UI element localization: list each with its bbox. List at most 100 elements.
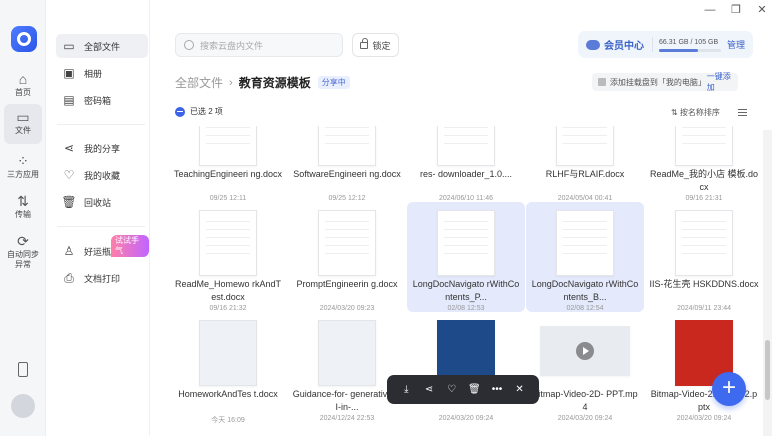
- selection-bar: 已选 2 项: [175, 106, 223, 117]
- file-thumbnail: [318, 320, 376, 386]
- file-name: res- downloader_1.0....: [419, 169, 513, 179]
- search-icon: [184, 40, 194, 50]
- minimize-button[interactable]: —: [697, 0, 723, 20]
- sidebar-item-safe[interactable]: ▤ 密码箱: [56, 88, 148, 112]
- main-panel: 搜索云盘内文件 锁定 会员中心 66.31 GB / 105 GB 管理 全部文…: [151, 0, 775, 436]
- file-card[interactable]: Bitmap-Video-2D- PPT-2.pptx 2024/03/20 09…: [645, 312, 763, 422]
- sidebar-item-favorites[interactable]: ♡ 我的收藏: [56, 163, 148, 187]
- file-card[interactable]: IIS-花生壳 HSKDDNS.docx 2024/09/11 23:44: [645, 202, 763, 312]
- breadcrumb-current: 教育资源模板: [238, 76, 311, 90]
- folder-icon: ▭: [16, 109, 30, 125]
- sidebar-item-all-files[interactable]: ▭ 全部文件: [56, 34, 148, 58]
- rail-item-label: 三方应用: [7, 170, 39, 179]
- file-thumbnail: [437, 210, 495, 276]
- file-card[interactable]: Bitmap-Video-2D- PPT.mp4 2024/03/20 09:24: [526, 312, 644, 422]
- sort-button[interactable]: ⇅ 按名称排序: [671, 107, 720, 118]
- file-date: 2024/03/20 09:24: [438, 415, 494, 422]
- avatar[interactable]: [11, 394, 35, 418]
- mount-link[interactable]: 一键添加: [707, 71, 738, 93]
- file-date: 2024/09/11 23:44: [677, 305, 731, 312]
- sidebar-item-label: 相册: [84, 68, 103, 79]
- file-card[interactable]: TeachingEngineeri ng.docx 09/25 12:11: [169, 126, 287, 202]
- close-action-button[interactable]: ✕: [513, 384, 527, 395]
- home-icon: ⌂: [18, 71, 28, 87]
- file-name: ReadMe_我的小店 模板.docx: [649, 169, 759, 192]
- add-button[interactable]: +: [712, 372, 746, 406]
- app-rail: ⌂ 首页 ▭ 文件 ⁘ 三方应用 ⇅ 传输 ⟳ 自动同步 异常: [0, 0, 46, 436]
- share-action-button[interactable]: ⋖: [422, 384, 436, 395]
- file-card[interactable]: PromptEngineerin g.docx 2024/03/20 09:23: [288, 202, 406, 312]
- breadcrumb-root[interactable]: 全部文件: [175, 74, 223, 91]
- sidebar-item-label: 好运瓶: [84, 246, 112, 257]
- trial-badge[interactable]: 试试手气: [111, 235, 149, 257]
- breadcrumb: 全部文件 › 教育资源模板 分享中: [175, 74, 350, 91]
- manage-link[interactable]: 管理: [727, 38, 745, 51]
- file-card[interactable]: LongDocNavigato rWithContents_P... 02/08 …: [407, 202, 525, 312]
- file-thumbnail: [199, 320, 257, 386]
- sidebar-item-photos[interactable]: ▣ 相册: [56, 61, 148, 85]
- file-card[interactable]: LongDocNavigato rWithContents_B... 02/08 …: [526, 202, 644, 312]
- file-name: TeachingEngineeri ng.docx: [173, 169, 283, 179]
- file-date: 2024/03/20 09:24: [676, 415, 732, 422]
- rail-item-apps[interactable]: ⁘ 三方应用: [4, 148, 42, 186]
- transfer-icon: ⇅: [17, 193, 29, 209]
- file-card[interactable]: Bitmap-Video-2D- PPT.pptx2024/03/20 09:2…: [407, 312, 525, 422]
- sidebar-item-recycle-bin[interactable]: 🗑 回收站: [56, 190, 148, 214]
- restore-button[interactable]: ❐: [723, 0, 749, 20]
- sync-icon: ⟳: [17, 233, 29, 249]
- file-card[interactable]: ReadMe_Homewo rkAndTest.docx 09/16 21:32: [169, 202, 287, 312]
- file-card[interactable]: SoftwareEngineeri ng.docx 09/25 12:12: [288, 126, 406, 202]
- rail-item-label: 文件: [15, 126, 31, 135]
- scrollbar[interactable]: [763, 130, 772, 436]
- file-date: 09/25 12:12: [328, 195, 366, 202]
- search-input[interactable]: 搜索云盘内文件: [175, 33, 343, 57]
- mount-banner: 添加挂载盘到「我的电脑」 一键添加: [592, 71, 738, 93]
- sidebar-item-print[interactable]: ⎙ 文档打印: [56, 266, 148, 290]
- cloud-drive-app: — ❐ ✕ ⌂ 首页 ▭ 文件 ⁘ 三方应用 ⇅ 传输 ⟳ 自动同步 异常 ▭ …: [0, 0, 775, 436]
- file-name: Guidance-for- generative-AI-in-...: [292, 389, 402, 412]
- file-name: PromptEngineerin g.docx: [296, 279, 398, 289]
- file-thumbnail: [556, 210, 614, 276]
- sidebar-item-label: 密码箱: [84, 95, 112, 106]
- file-date: 09/16 21:31: [685, 195, 723, 202]
- computer-icon: [598, 78, 606, 86]
- sidebar-item-label: 回收站: [84, 197, 112, 208]
- close-window-button[interactable]: ✕: [749, 0, 775, 20]
- sidebar-divider: [57, 226, 145, 227]
- lock-button[interactable]: 锁定: [352, 33, 399, 57]
- heart-action-button[interactable]: ♡: [445, 384, 459, 395]
- file-card[interactable]: ReadMe_我的小店 模板.docx 09/16 21:31: [645, 126, 763, 202]
- sidebar-item-label: 我的收藏: [84, 170, 121, 181]
- rail-item-transfer[interactable]: ⇅ 传输: [4, 188, 42, 226]
- file-card[interactable]: res- downloader_1.0.... 2024/06/10 11:46: [407, 126, 525, 202]
- trash-icon: 🗑: [61, 195, 77, 209]
- file-date: 2024/06/10 11:46: [439, 195, 493, 202]
- vip-center-link[interactable]: 会员中心: [604, 37, 644, 52]
- trash-action-button[interactable]: 🗑: [467, 384, 481, 395]
- more-action-button[interactable]: •••: [490, 384, 504, 395]
- list-view-icon[interactable]: [738, 109, 747, 116]
- file-card[interactable]: Guidance-for- generative-AI-in-... 2024/1…: [288, 312, 406, 422]
- rail-item-files[interactable]: ▭ 文件: [4, 104, 42, 144]
- file-thumbnail: [556, 126, 614, 166]
- phone-icon[interactable]: [18, 362, 28, 377]
- share-icon: ⋖: [63, 141, 75, 155]
- deselect-checkbox[interactable]: [175, 106, 185, 117]
- sidebar-item-my-shares[interactable]: ⋖ 我的分享: [56, 136, 148, 160]
- selection-toolbar: ⤓ ⋖ ♡ 🗑 ••• ✕: [387, 375, 539, 404]
- file-card[interactable]: RLHF与RLAIF.docx 2024/05/04 00:41: [526, 126, 644, 202]
- selection-count: 已选 2 项: [190, 107, 223, 116]
- file-card[interactable]: HomeworkAndTes t.docx 今天 16:09: [169, 312, 287, 424]
- rail-item-home[interactable]: ⌂ 首页: [4, 66, 42, 104]
- file-date: 2024/03/20 09:23: [319, 305, 375, 312]
- apps-icon: ⁘: [17, 153, 29, 169]
- vip-divider: [652, 37, 653, 52]
- file-name: HomeworkAndTes t.docx: [178, 389, 278, 399]
- file-thumbnail: [675, 126, 733, 166]
- breadcrumb-separator: ›: [229, 76, 233, 89]
- scrollbar-thumb[interactable]: [765, 340, 770, 400]
- rail-item-sync[interactable]: ⟳ 自动同步 异常: [4, 228, 42, 274]
- file-name: RLHF与RLAIF.docx: [545, 169, 625, 179]
- sidebar-item-label: 全部文件: [84, 41, 121, 52]
- download-action-button[interactable]: ⤓: [399, 384, 413, 395]
